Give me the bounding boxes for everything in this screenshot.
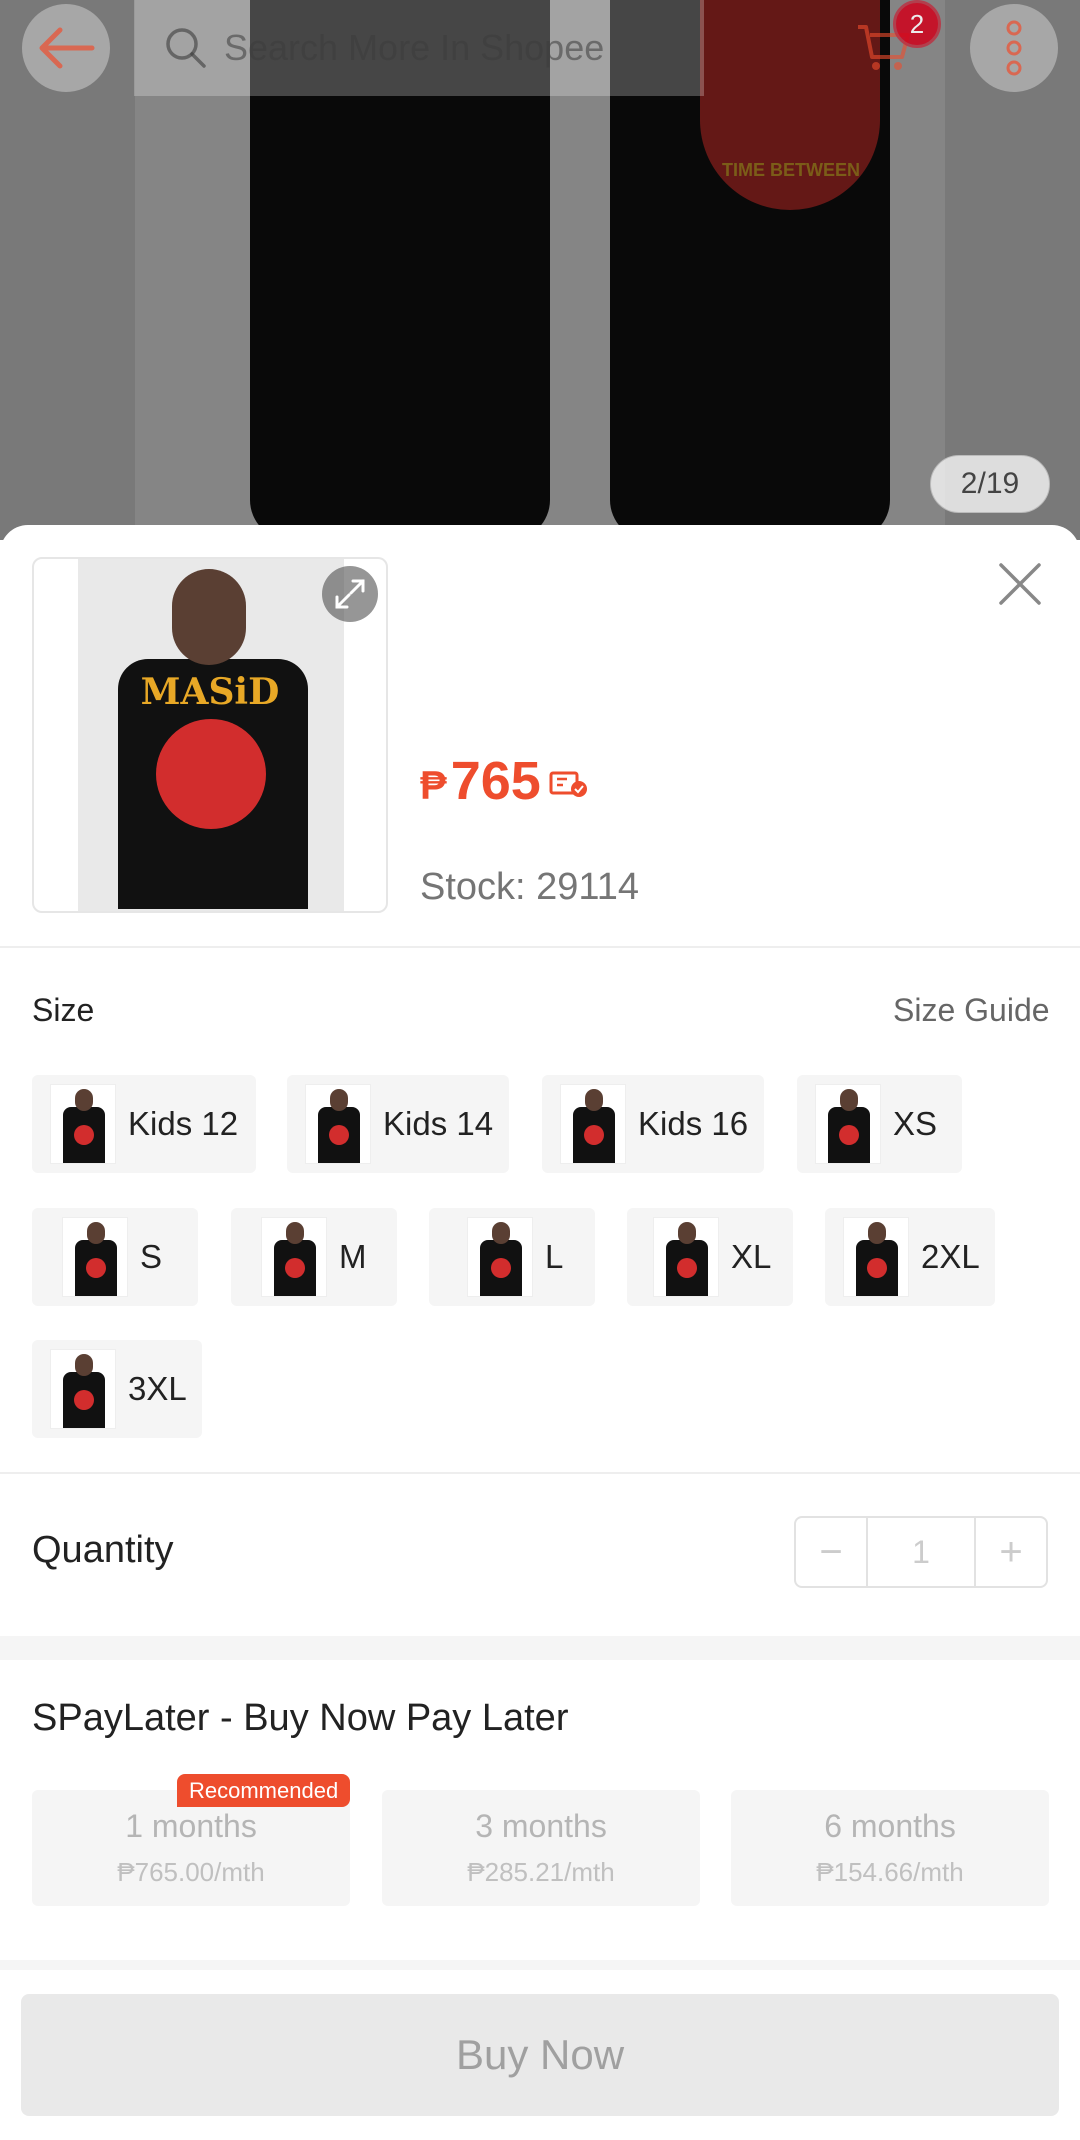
size-option-l[interactable]: L: [429, 1208, 595, 1306]
back-button[interactable]: [22, 4, 110, 92]
plan-rate: ₱285.21/mth: [467, 1857, 615, 1887]
size-option-thumbnail: [305, 1084, 371, 1164]
size-label: Size: [32, 992, 95, 1028]
size-option-thumbnail: [467, 1217, 533, 1297]
size-option-thumbnail: [653, 1217, 719, 1297]
image-counter: 2/19: [930, 455, 1050, 513]
spaylater-plan-6-months[interactable]: 6 months ₱154.66/mth: [731, 1790, 1049, 1906]
thumbnail-brand-text: MASiD: [140, 671, 280, 713]
thumbnail-head: [172, 569, 246, 665]
size-option-label: 2XL: [921, 1238, 980, 1275]
size-guide-link[interactable]: Size Guide: [893, 992, 1050, 1029]
size-option-thumbnail: [843, 1217, 909, 1297]
size-option-m[interactable]: M: [231, 1208, 397, 1306]
thumbnail-sun-graphic: [156, 719, 266, 829]
spaylater-plan-3-months[interactable]: 3 months ₱285.21/mth: [382, 1790, 700, 1906]
size-option-xl[interactable]: XL: [627, 1208, 793, 1306]
size-option-3xl[interactable]: 3XL: [32, 1340, 202, 1438]
size-option-label: Kids 16: [638, 1105, 749, 1142]
plan-term: 3 months: [475, 1808, 607, 1844]
price: ₱ 765: [420, 750, 589, 812]
footer-divider: [0, 1960, 1080, 1970]
section-divider: [0, 1636, 1080, 1660]
more-vertical-icon: [1006, 20, 1022, 76]
back-arrow-icon: [39, 27, 95, 69]
size-option-thumbnail: [261, 1217, 327, 1297]
spaylater-plan-1-month[interactable]: 1 months ₱765.00/mth: [32, 1790, 350, 1906]
voucher-check-icon: [549, 771, 587, 797]
quantity-decrease-button[interactable]: −: [796, 1518, 866, 1586]
quantity-stepper: − 1 +: [794, 1516, 1048, 1588]
size-option-kids-16[interactable]: Kids 16: [542, 1075, 764, 1173]
size-option-2xl[interactable]: 2XL: [825, 1208, 995, 1306]
cart-count-badge: 2: [893, 0, 941, 48]
recommended-badge: Recommended: [177, 1774, 351, 1807]
top-bar: Search More In Shopee 2: [0, 0, 1080, 96]
expand-icon: [335, 579, 365, 609]
size-option-label: M: [339, 1238, 367, 1275]
search-icon: [166, 28, 206, 68]
close-button[interactable]: [992, 556, 1048, 612]
divider: [0, 946, 1080, 948]
size-option-xs[interactable]: XS: [797, 1075, 962, 1173]
size-option-thumbnail: [815, 1084, 881, 1164]
divider: [0, 1472, 1080, 1474]
size-option-label: S: [140, 1238, 163, 1275]
size-option-thumbnail: [62, 1217, 128, 1297]
size-option-thumbnail: [50, 1084, 116, 1164]
price-currency: ₱: [420, 764, 447, 808]
expand-image-button[interactable]: [322, 566, 378, 622]
size-option-label: XS: [893, 1105, 938, 1142]
buy-now-button[interactable]: Buy Now: [21, 1994, 1059, 2116]
size-option-label: XL: [731, 1238, 772, 1275]
quantity-label: Quantity: [32, 1529, 174, 1571]
spaylater-title: SPayLater - Buy Now Pay Later: [32, 1697, 569, 1739]
size-option-label: 3XL: [128, 1370, 187, 1407]
search-bar[interactable]: Search More In Shopee: [134, 0, 704, 96]
plan-rate: ₱765.00/mth: [117, 1857, 265, 1887]
price-amount: 765: [450, 751, 541, 811]
size-option-label: L: [545, 1238, 564, 1275]
quantity-input[interactable]: 1: [866, 1518, 976, 1586]
size-option-label: Kids 14: [383, 1105, 494, 1142]
size-option-s[interactable]: S: [32, 1208, 198, 1306]
size-option-label: Kids 12: [128, 1105, 239, 1142]
close-icon: [999, 563, 1041, 605]
size-option-kids-12[interactable]: Kids 12: [32, 1075, 256, 1173]
quantity-increase-button[interactable]: +: [976, 1518, 1046, 1586]
plan-rate: ₱154.66/mth: [816, 1857, 964, 1887]
stock-count: Stock: 29114: [420, 866, 640, 908]
size-option-thumbnail: [50, 1349, 116, 1429]
more-button[interactable]: [970, 4, 1058, 92]
size-option-kids-14[interactable]: Kids 14: [287, 1075, 509, 1173]
search-placeholder: Search More In Shopee: [224, 27, 605, 68]
plan-term: 6 months: [824, 1808, 956, 1844]
size-option-thumbnail: [560, 1084, 626, 1164]
plan-term: 1 months: [125, 1808, 257, 1844]
